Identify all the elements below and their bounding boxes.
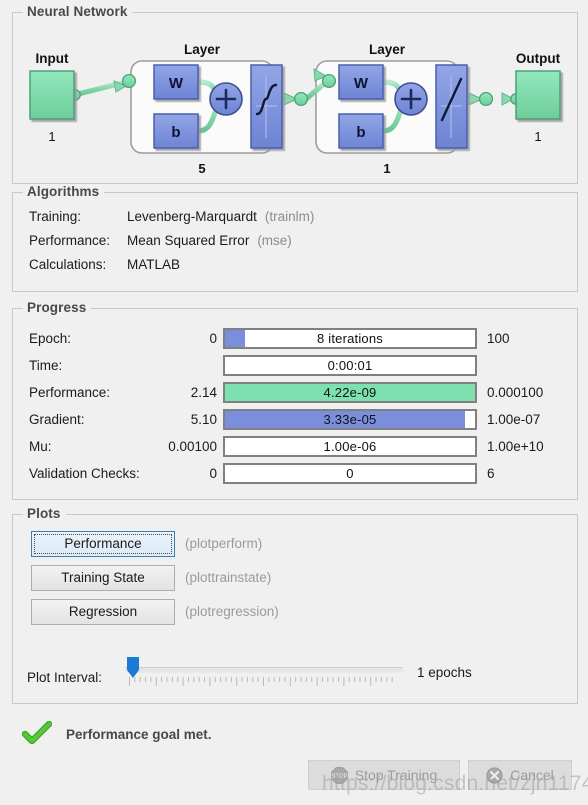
plots-group: Plots Performance (plotperform) Training S… — [12, 506, 578, 704]
algorithm-function: (trainlm) — [264, 209, 315, 224]
progress-bar: 4.22e-09 — [223, 381, 477, 403]
layer2-title: Layer — [369, 42, 406, 57]
neural-network-group: Neural Network Input 1 Layer 5 Layer 1 O… — [12, 4, 578, 184]
algorithms-group: Algorithms Training: Levenberg-Marquardt(… — [12, 184, 578, 292]
progress-group-title: Progress — [23, 300, 92, 315]
input-label: Input — [36, 51, 69, 66]
plot-button-label: Performance — [64, 536, 142, 551]
status-row: Performance goal met. — [22, 720, 212, 748]
cancel-button[interactable]: Cancel — [468, 760, 572, 790]
progress-bar-text: 0 — [346, 465, 354, 481]
progress-bar-text: 3.33e-05 — [323, 411, 377, 427]
layer2-weight-label: W — [354, 75, 369, 92]
layer1-sum-node — [209, 82, 243, 116]
progress-bar: 0:00:01 — [223, 354, 477, 376]
progress-min-value: 2.14 — [190, 384, 217, 400]
layer1-weight-label: W — [169, 75, 184, 92]
plot-interval-value: 1 epochs — [417, 665, 472, 680]
progress-bar-text: 0:00:01 — [327, 357, 373, 373]
progress-min-value: 0 — [209, 465, 217, 481]
progress-min-value: 0 — [209, 330, 217, 346]
progress-label: Epoch: — [29, 330, 72, 346]
algorithm-value: MATLAB — [127, 257, 181, 272]
algorithm-label: Calculations: — [29, 257, 107, 272]
algorithm-function: (mse) — [257, 233, 292, 248]
cancel-x-icon — [486, 766, 503, 784]
plot-button-regression[interactable]: Regression — [31, 599, 175, 625]
plot-function-name: (plottrainstate) — [185, 570, 272, 585]
progress-bar: 3.33e-05 — [223, 408, 477, 430]
plot-button-performance[interactable]: Performance — [31, 531, 175, 557]
progress-max-value: 1.00e-07 — [487, 411, 541, 427]
plot-button-training-state[interactable]: Training State — [31, 565, 175, 591]
green-check-icon — [22, 721, 52, 745]
progress-max-value: 6 — [487, 465, 495, 481]
progress-row: Gradient: 5.10 3.33e-05 1.00e-07 — [13, 408, 577, 430]
progress-bar: 1.00e-06 — [223, 435, 477, 457]
plot-interval-slider[interactable] — [125, 655, 403, 689]
input-count: 1 — [48, 129, 55, 144]
layer2-size: 1 — [383, 161, 390, 176]
progress-max-value: 1.00e+10 — [487, 438, 544, 454]
slider-thumb[interactable] — [127, 657, 139, 678]
progress-label: Gradient: — [29, 411, 85, 427]
progress-max-value: 0.000100 — [487, 384, 544, 400]
algorithm-label: Performance: — [29, 233, 111, 248]
progress-bar-text: 8 iterations — [317, 330, 383, 346]
output-block — [515, 70, 561, 120]
cancel-label: Cancel — [510, 767, 554, 783]
progress-max-value: 100 — [487, 330, 510, 346]
progress-min-value: 5.10 — [190, 411, 217, 427]
progress-bar-text: 4.22e-09 — [323, 384, 377, 400]
stop-training-button[interactable]: STOP Stop Training — [308, 760, 460, 790]
layer2-bias-label: b — [356, 124, 365, 141]
stop-sign-icon: STOP — [330, 766, 348, 784]
layer1-bias-label: b — [171, 124, 180, 141]
algorithm-value: Mean Squared Error — [127, 233, 250, 248]
progress-label: Performance: — [29, 384, 111, 400]
nn-training-window: Neural Network Input 1 Layer 5 Layer 1 O… — [0, 0, 588, 805]
plot-function-name: (plotperform) — [185, 536, 263, 551]
stop-training-label: Stop Training — [354, 767, 438, 783]
algorithm-label: Training: — [29, 209, 82, 224]
algorithm-value: Levenberg-Marquardt — [127, 209, 257, 224]
plot-function-name: (plotregression) — [185, 604, 279, 619]
progress-bar: 0 — [223, 462, 477, 484]
progress-label: Time: — [29, 357, 63, 373]
output-label: Output — [516, 51, 561, 66]
network-diagram: Input 1 Layer 5 Layer 1 Output 1 W b W b — [29, 42, 561, 176]
plot-interval-label: Plot Interval: — [27, 670, 103, 685]
progress-group: Progress Epoch: 0 8 iterations 100 Time: 0:00… — [12, 300, 578, 500]
algorithm-row: Calculations: MATLAB — [29, 257, 180, 272]
algorithm-row: Training: Levenberg-Marquardt (trainlm) — [29, 209, 314, 224]
progress-row: Validation Checks: 0 0 6 — [13, 462, 577, 484]
algorithm-row: Performance: Mean Squared Error (mse) — [29, 233, 292, 248]
layer1-size: 5 — [198, 161, 205, 176]
plot-button-label: Training State — [61, 570, 145, 585]
progress-bar-text: 1.00e-06 — [323, 438, 377, 454]
progress-row: Mu: 0.00100 1.00e-06 1.00e+10 — [13, 435, 577, 457]
progress-row: Time: 0:00:01 — [13, 354, 577, 376]
progress-row: Epoch: 0 8 iterations 100 — [13, 327, 577, 349]
slider-track[interactable] — [125, 667, 403, 673]
svg-text:STOP: STOP — [331, 774, 347, 780]
progress-label: Validation Checks: — [29, 465, 140, 481]
output-count: 1 — [534, 129, 541, 144]
progress-min-value: 0.00100 — [168, 438, 217, 454]
algorithms-group-title: Algorithms — [23, 184, 105, 199]
slider-ticks — [129, 677, 393, 686]
progress-label: Mu: — [29, 438, 52, 454]
input-block — [29, 70, 75, 120]
progress-bar: 8 iterations — [223, 327, 477, 349]
plot-button-label: Regression — [68, 604, 138, 619]
status-text: Performance goal met. — [66, 726, 212, 742]
layer2-sum-node — [394, 82, 428, 116]
plots-group-title: Plots — [23, 506, 66, 521]
progress-row: Performance: 2.14 4.22e-09 0.000100 — [13, 381, 577, 403]
layer1-title: Layer — [184, 42, 221, 57]
